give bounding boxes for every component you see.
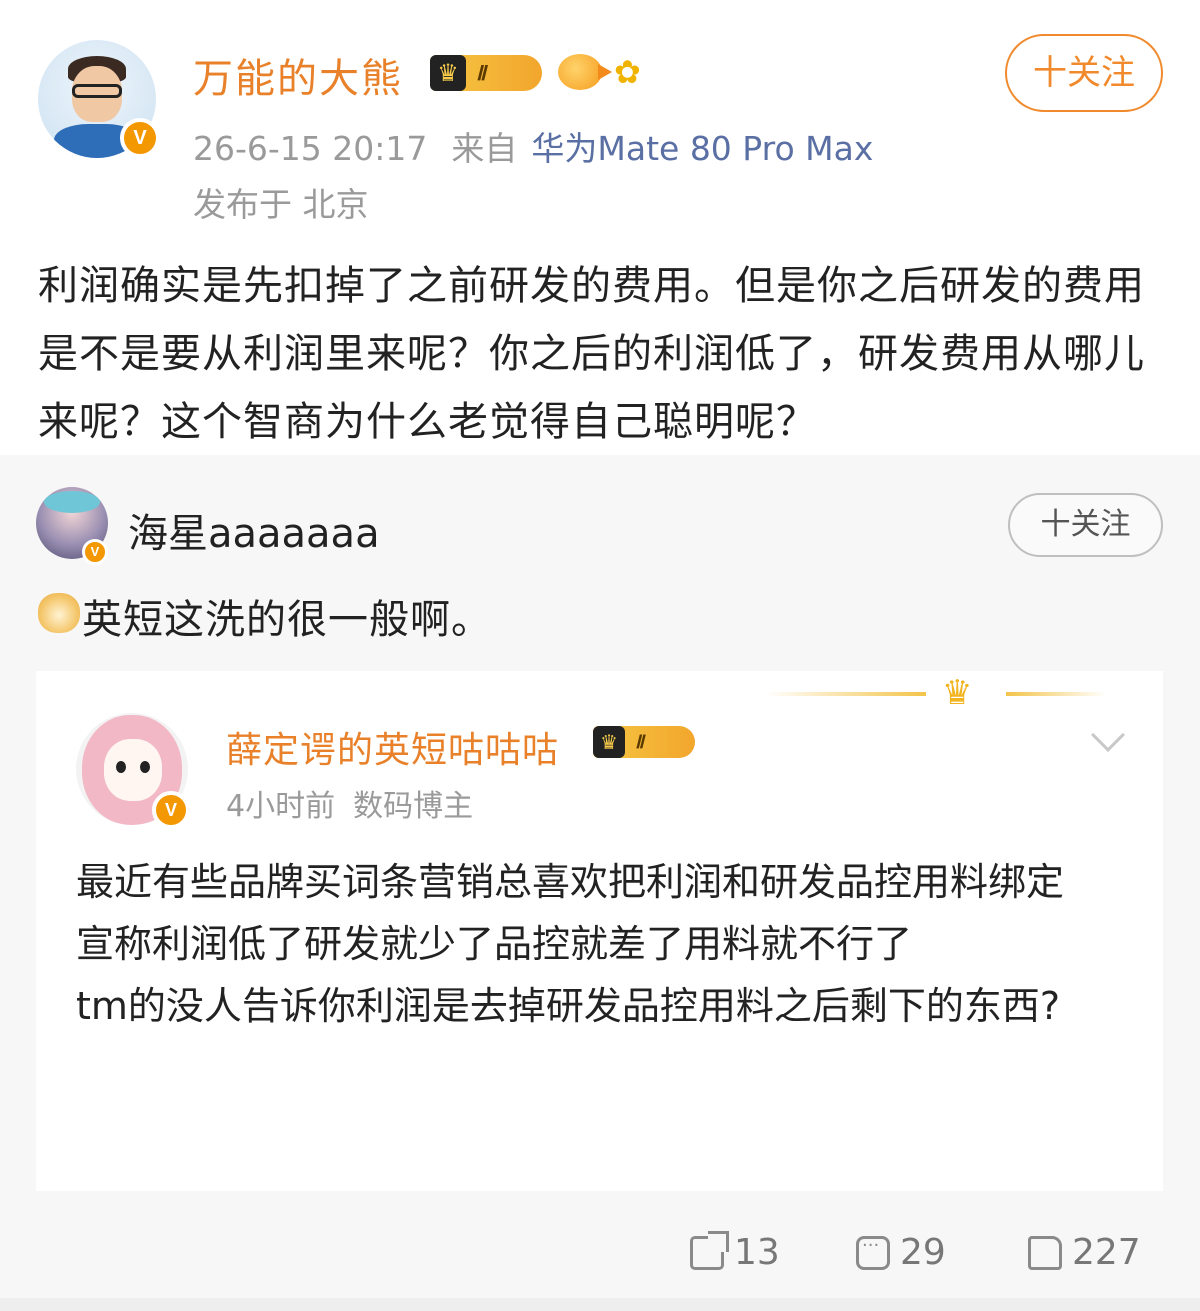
quoted-line: 宣称利润低了研发就少了品控就差了用料就不行了 [76,922,913,966]
flower-icon[interactable]: ✿ [614,54,641,90]
chevron-down-icon[interactable] [1091,718,1125,752]
verified-badge-icon: V [120,118,160,158]
quoted-line: tm的没人告诉你利润是去掉研发品控用料之后剩下的东西? [76,984,1061,1028]
comment-count: 29 [900,1232,946,1273]
follow-reposter-button[interactable]: 十关注 [1008,493,1163,557]
quoted-post[interactable]: ♛ V 薛定谔的英短咕咕咕 ♛ Ⅱ 4小时前 数码博主 最近有些品牌买词条营销总喜… [36,671,1163,1191]
device-link[interactable]: 华为Mate 80 Pro Max [531,129,873,168]
post-meta: 26-6-15 20:17 来自 华为Mate 80 Pro Max [193,122,897,170]
level-label: Ⅱ [476,62,486,85]
like-button[interactable]: 227 [1028,1232,1141,1273]
post-location: 发布于 北京 [193,185,369,224]
quoted-role: 数码博主 [353,789,474,824]
verified-badge-icon: V [82,539,108,565]
crown-icon: ♛ [430,55,466,91]
post-card: V 万能的大熊 ♛ Ⅱ ✿ 十关注 26-6-15 20:17 来自 华为Mate … [0,0,1200,455]
crown-icon: ♛ [942,673,973,713]
author-name[interactable]: 万能的大熊 [193,46,403,104]
quoted-body: 最近有些品牌买词条营销总喜欢把利润和研发品控用料绑定 宣称利润低了研发就少了品控… [76,851,1126,1037]
level-label: Ⅱ [635,731,644,752]
decorative-line [766,692,926,696]
decorative-line [1006,692,1106,696]
comment-icon [856,1235,890,1270]
crown-icon: ♛ [593,726,625,758]
share-count: 13 [734,1232,780,1273]
doge-icon [38,593,80,633]
reposter-name[interactable]: 海星aaaaaaa [128,501,380,559]
repost-section: V 海星aaaaaaa 十关注 英短这洗的很一般啊。 ♛ V 薛定谔的英短咕咕咕… [0,455,1200,1311]
divider [0,1298,1200,1311]
comment-button[interactable]: 29 [856,1232,946,1273]
member-level-badge[interactable]: ♛ Ⅱ [593,726,695,758]
like-icon [1028,1235,1062,1270]
quoted-meta: 4小时前 数码博主 [226,781,491,825]
quoted-line: 最近有些品牌买词条营销总喜欢把利润和研发品控用料绑定 [76,860,1065,904]
post-body: 利润确实是先扣掉了之前研发的费用。但是你之后研发的费用是不是要从利润里来呢？你之… [38,263,1145,445]
verified-badge-icon: V [152,791,190,829]
action-bar: 13 29 227 [0,1216,1200,1288]
quoted-author-name[interactable]: 薛定谔的英短咕咕咕 [226,721,559,773]
quoted-time: 4小时前 [226,789,336,824]
post-time: 26-6-15 20:17 [193,129,428,168]
fish-icon[interactable] [558,54,612,90]
repost-body: 英短这洗的很一般啊。 [82,597,492,643]
like-count: 227 [1072,1232,1141,1273]
share-button[interactable]: 13 [690,1230,780,1273]
source-prefix: 来自 [451,129,518,168]
share-icon [690,1230,729,1270]
follow-button[interactable]: 十关注 [1005,34,1163,112]
member-level-badge[interactable]: ♛ Ⅱ [430,55,542,91]
